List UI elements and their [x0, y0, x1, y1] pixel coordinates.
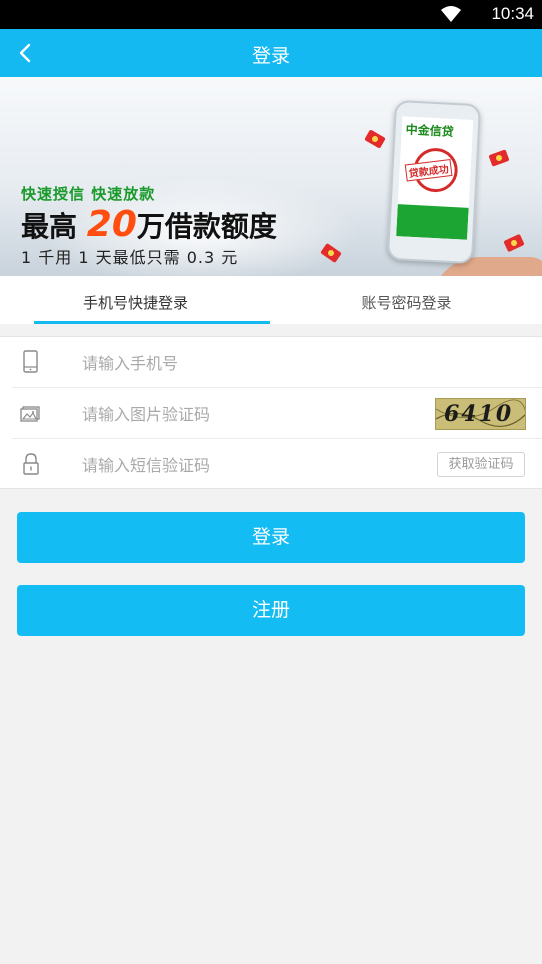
page-title: 登录	[251, 45, 290, 67]
register-button[interactable]: 注册	[17, 585, 525, 636]
tab-account-password-login[interactable]: 账号密码登录	[271, 276, 542, 324]
red-envelope-icon	[364, 129, 386, 149]
login-tabs: 手机号快捷登录 账号密码登录	[0, 276, 542, 324]
banner-headline: 最高 20万借款额度	[21, 204, 277, 245]
get-sms-code-button[interactable]: 获取验证码	[437, 452, 525, 477]
banner-subtitle: 1 千用 1 天最低只需 0.3 元	[21, 248, 239, 267]
wifi-icon	[441, 6, 461, 22]
captcha-text: 6410	[444, 401, 514, 427]
phone-illustration: 中金信贷 贷款成功	[386, 99, 482, 265]
banner-headline-amount: 20	[86, 204, 137, 245]
status-time: 10:34	[491, 4, 534, 23]
sms-code-input[interactable]	[82, 449, 412, 481]
banner-headline-suffix: 万借款额度	[136, 210, 277, 243]
phone-green-bar	[396, 204, 469, 240]
phone-screen: 中金信贷 贷款成功	[396, 116, 474, 240]
image-captcha-input[interactable]	[82, 398, 412, 430]
promo-banner[interactable]: 快速授信 快速放款 最高 20万借款额度 1 千用 1 天最低只需 0.3 元 …	[0, 77, 542, 276]
lock-icon	[23, 453, 39, 475]
title-bar: 登录	[0, 29, 542, 77]
captcha-row: 6410	[12, 388, 542, 439]
tab-phone-quick-login[interactable]: 手机号快捷登录	[0, 276, 271, 324]
status-bar: 10:34	[0, 0, 542, 29]
active-tab-indicator	[34, 321, 270, 324]
banner-tagline: 快速授信 快速放款	[21, 185, 156, 203]
phone-number-input[interactable]	[82, 347, 412, 379]
login-form: 6410 获取验证码	[0, 336, 542, 489]
mobile-phone-icon	[23, 350, 38, 373]
red-envelope-icon	[503, 233, 525, 253]
sms-row: 获取验证码	[12, 439, 542, 490]
image-icon	[20, 406, 40, 422]
red-envelope-icon	[488, 149, 510, 167]
login-button[interactable]: 登录	[17, 512, 525, 563]
captcha-image[interactable]: 6410	[435, 398, 526, 430]
phone-row	[12, 337, 542, 388]
phone-brand-logo: 中金信贷	[405, 122, 455, 139]
banner-headline-prefix: 最高	[21, 210, 78, 243]
